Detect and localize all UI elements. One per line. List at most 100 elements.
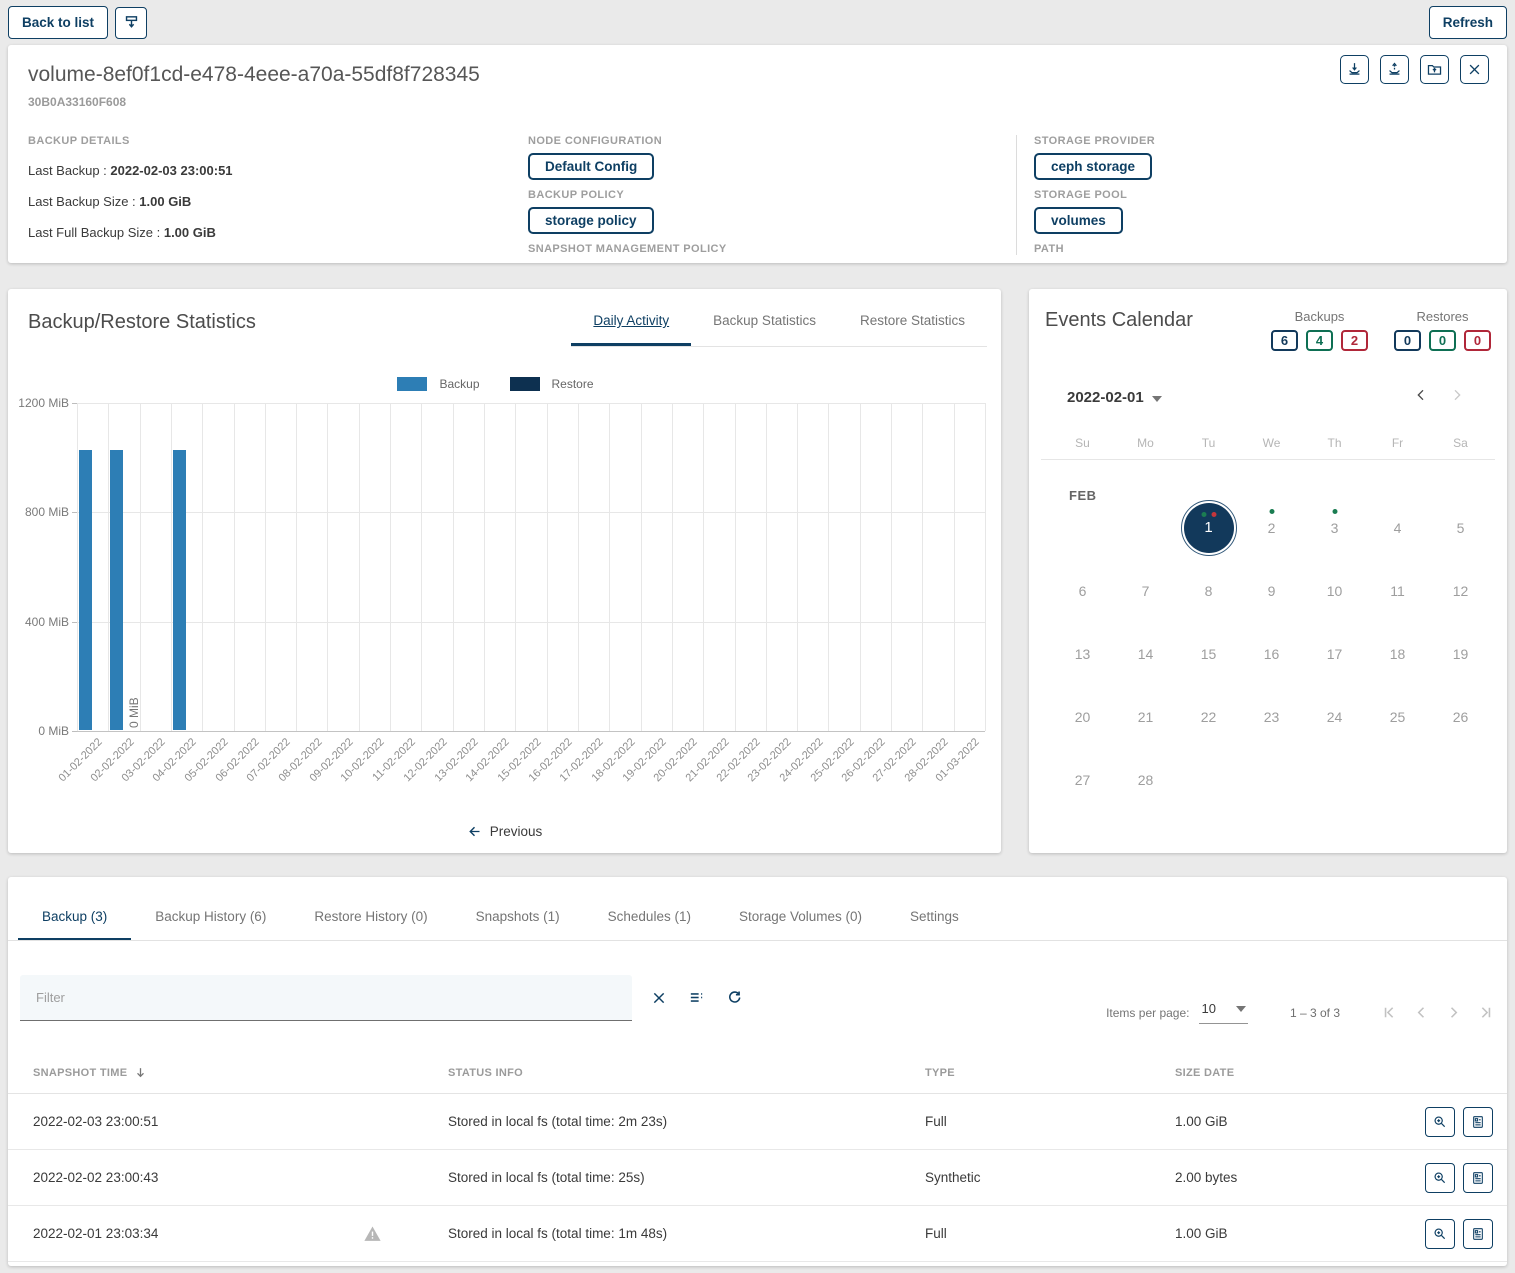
calendar-day-10[interactable]: 10 xyxy=(1303,559,1366,622)
tab-snapshots-1[interactable]: Snapshots (1) xyxy=(452,895,584,940)
close-icon[interactable] xyxy=(1460,55,1489,84)
cell-snapshot-time: 2022-02-01 23:03:34 xyxy=(33,1225,448,1242)
tab-backup-history-6[interactable]: Backup History (6) xyxy=(131,895,290,940)
storage-pool-chip[interactable]: volumes xyxy=(1034,207,1123,234)
node-config-chip[interactable]: Default Config xyxy=(528,153,654,180)
calendar-day-22[interactable]: 22 xyxy=(1177,685,1240,748)
snapshot-time-value: 2022-02-03 23:00:51 xyxy=(33,1114,158,1129)
calendar-day-13[interactable]: 13 xyxy=(1051,622,1114,685)
calendar-day-27[interactable]: 27 xyxy=(1051,748,1114,811)
next-month-icon[interactable] xyxy=(1449,387,1465,408)
calendar-day-1[interactable]: 1 xyxy=(1177,496,1240,559)
calendar-day-2[interactable]: 2 xyxy=(1240,496,1303,559)
calendar-day-25[interactable]: 25 xyxy=(1366,685,1429,748)
table-row: 2022-02-03 23:00:51Stored in local fs (t… xyxy=(8,1094,1507,1150)
calendar-day-21[interactable]: 21 xyxy=(1114,685,1177,748)
reload-icon[interactable] xyxy=(726,989,743,1006)
chart-gridline-v xyxy=(327,403,328,731)
chart-gridline-v xyxy=(985,403,986,731)
previous-month-icon[interactable] xyxy=(1413,387,1429,408)
calendar-day-20[interactable]: 20 xyxy=(1051,685,1114,748)
chart-gridline-v xyxy=(609,403,610,731)
storage-provider-chip[interactable]: ceph storage xyxy=(1034,153,1152,180)
next-page-icon[interactable] xyxy=(1444,1003,1463,1022)
day-number: 11 xyxy=(1390,583,1405,599)
backup-details-section: BACKUP DETAILS Last Backup : 2022-02-03 … xyxy=(28,135,528,255)
column-header-snapshot-time[interactable]: SNAPSHOT TIME xyxy=(33,1066,448,1079)
stats-tab-daily-activity[interactable]: Daily Activity xyxy=(571,311,691,346)
items-per-page-select[interactable]: 10 xyxy=(1199,1001,1247,1024)
day-number: 18 xyxy=(1390,646,1406,662)
stats-tab-restore-statistics[interactable]: Restore Statistics xyxy=(838,311,987,346)
calendar-day-7[interactable]: 7 xyxy=(1114,559,1177,622)
chart-gridline-v xyxy=(860,403,861,731)
clear-icon[interactable] xyxy=(651,990,667,1006)
calendar-day-3[interactable]: 3 xyxy=(1303,496,1366,559)
month-selector[interactable]: 2022-02-01 xyxy=(1067,389,1144,406)
backup-now-icon[interactable] xyxy=(1340,55,1369,84)
calendar-week: 12345 xyxy=(1029,496,1507,559)
preview-icon[interactable] xyxy=(1425,1163,1455,1193)
report-icon[interactable] xyxy=(1463,1219,1493,1249)
chart-gridline-v xyxy=(672,403,673,731)
stats-tab-backup-statistics[interactable]: Backup Statistics xyxy=(691,311,838,346)
calendar-day-5[interactable]: 5 xyxy=(1429,496,1492,559)
chart-gridline-v xyxy=(735,403,736,731)
collapse-icon[interactable] xyxy=(115,7,147,39)
restores-count-badge: 0 xyxy=(1464,330,1491,351)
calendar-day-23[interactable]: 23 xyxy=(1240,685,1303,748)
paginator-range: 1 – 3 of 3 xyxy=(1290,1006,1340,1020)
calendar-day-19[interactable]: 19 xyxy=(1429,622,1492,685)
backup-policy-chip[interactable]: storage policy xyxy=(528,207,654,234)
column-header-size-date[interactable]: SIZE DATE xyxy=(1175,1067,1405,1079)
detail-value: 1.00 GiB xyxy=(164,225,216,240)
calendar-day-24[interactable]: 24 xyxy=(1303,685,1366,748)
previous-page-icon[interactable] xyxy=(1412,1003,1431,1022)
calendar-day-16[interactable]: 16 xyxy=(1240,622,1303,685)
chart-gridline-v xyxy=(140,403,141,731)
items-per-page-label: Items per page: xyxy=(1106,1006,1189,1020)
snapshot-time-value: 2022-02-01 23:03:34 xyxy=(33,1226,158,1241)
calendar-day-4[interactable]: 4 xyxy=(1366,496,1429,559)
report-icon[interactable] xyxy=(1463,1163,1493,1193)
column-header-status-info[interactable]: STATUS INFO xyxy=(448,1067,925,1079)
restore-icon[interactable] xyxy=(1380,55,1409,84)
tab-schedules-1[interactable]: Schedules (1) xyxy=(584,895,715,940)
first-page-icon[interactable] xyxy=(1380,1003,1399,1022)
calendar-day-empty xyxy=(1240,748,1303,811)
last-page-icon[interactable] xyxy=(1476,1003,1495,1022)
calendar-day-18[interactable]: 18 xyxy=(1366,622,1429,685)
tab-restore-history-0[interactable]: Restore History (0) xyxy=(290,895,451,940)
column-header-type[interactable]: TYPE xyxy=(925,1067,1175,1079)
calendar-day-17[interactable]: 17 xyxy=(1303,622,1366,685)
previous-link[interactable]: Previous xyxy=(8,824,1001,839)
calendar-day-6[interactable]: 6 xyxy=(1051,559,1114,622)
tab-settings[interactable]: Settings xyxy=(886,895,983,940)
columns-icon[interactable] xyxy=(688,989,705,1006)
calendar-day-14[interactable]: 14 xyxy=(1114,622,1177,685)
day-number: 26 xyxy=(1453,709,1469,725)
calendar-day-8[interactable]: 8 xyxy=(1177,559,1240,622)
calendar-day-28[interactable]: 28 xyxy=(1114,748,1177,811)
tab-backup-3[interactable]: Backup (3) xyxy=(18,895,131,940)
calendar-day-12[interactable]: 12 xyxy=(1429,559,1492,622)
tab-storage-volumes-0[interactable]: Storage Volumes (0) xyxy=(715,895,886,940)
stats-tabs: Daily ActivityBackup StatisticsRestore S… xyxy=(571,311,987,347)
refresh-button[interactable]: Refresh xyxy=(1429,6,1507,39)
file-recovery-icon[interactable] xyxy=(1420,55,1449,84)
calendar-day-11[interactable]: 11 xyxy=(1366,559,1429,622)
chart-gridline-h xyxy=(77,403,985,404)
cell-snapshot-time: 2022-02-02 23:00:43 xyxy=(33,1170,448,1185)
calendar-day-9[interactable]: 9 xyxy=(1240,559,1303,622)
backups-count-badge: 4 xyxy=(1306,330,1333,351)
filter-field[interactable] xyxy=(20,975,632,1021)
report-icon[interactable] xyxy=(1463,1107,1493,1137)
selected-day[interactable]: 1 xyxy=(1181,500,1237,556)
preview-icon[interactable] xyxy=(1425,1219,1455,1249)
calendar-day-15[interactable]: 15 xyxy=(1177,622,1240,685)
preview-icon[interactable] xyxy=(1425,1107,1455,1137)
back-to-list-button[interactable]: Back to list xyxy=(8,6,108,39)
calendar-day-26[interactable]: 26 xyxy=(1429,685,1492,748)
cell-size-date: 1.00 GiB xyxy=(1175,1114,1405,1129)
filter-input[interactable] xyxy=(34,989,618,1006)
